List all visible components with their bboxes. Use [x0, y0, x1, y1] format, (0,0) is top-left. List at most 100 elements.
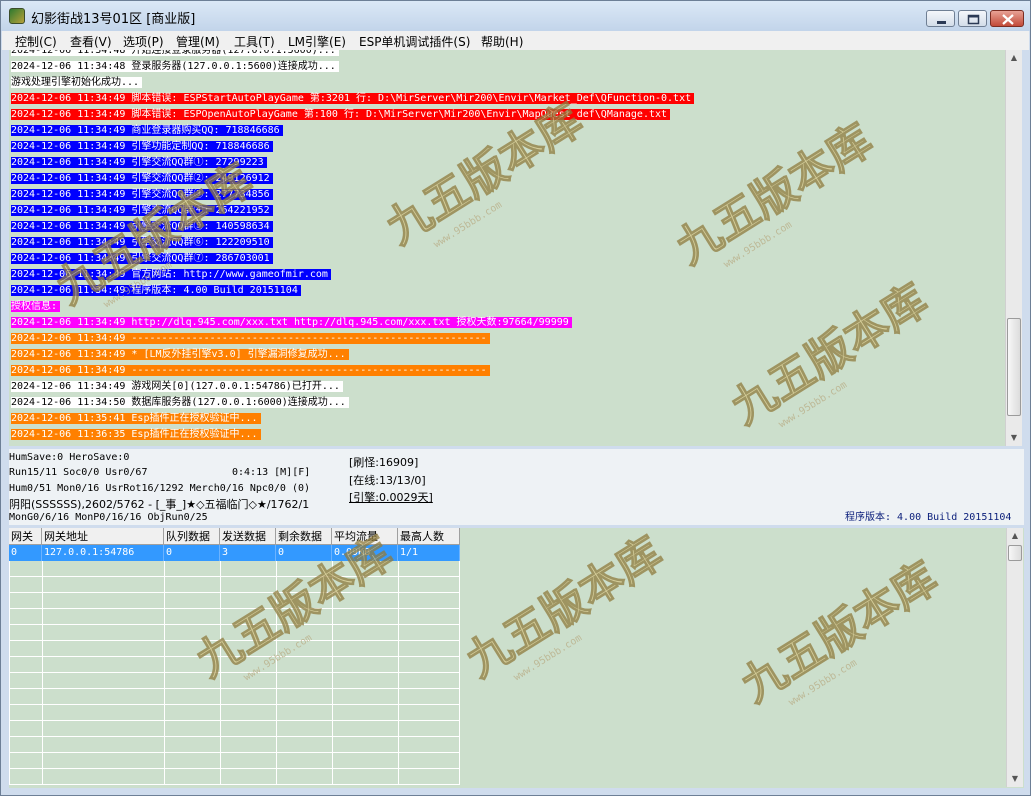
grid-scroll-thumb[interactable] [1008, 545, 1022, 561]
title-bar[interactable]: 幻影街战13号01区 [商业版] [1, 1, 1030, 31]
svg-text:九五版本库: 九五版本库 [723, 274, 937, 434]
close-icon [1002, 14, 1014, 25]
gateway-grid-panel: 网关 网关地址 队列数据 发送数据 剩余数据 平均流量 最高人数 0 127.0… [9, 528, 1024, 788]
log-line-text: 2024-12-06 11:34:49 --------------------… [11, 365, 490, 376]
svg-text:www.95bbb.com: www.95bbb.com [722, 219, 794, 270]
log-line: 2024-12-06 11:36:35 Esp插件正在授权验证中... [11, 427, 261, 443]
grid-col-divider [220, 528, 221, 785]
grid-col-divider [164, 528, 165, 785]
col-header-sent[interactable]: 发送数据 [220, 528, 276, 545]
menu-manage[interactable]: 管理(M) [176, 33, 220, 50]
log-line-text: 2024-12-06 11:34:49 引擎交流QQ群⑤: 140598634 [11, 221, 273, 232]
log-line-text: 2024-12-06 11:34:49 引擎交流QQ群②: 249126912 [11, 173, 273, 184]
svg-text:www.95bbb.com: www.95bbb.com [777, 379, 849, 430]
watermark: 九五版本库www.95bbb.com [667, 114, 882, 275]
log-line: 游戏处理引擎初始化成功... [11, 75, 143, 91]
log-line: 2024-12-06 11:34:49 --------------------… [11, 363, 490, 379]
log-line-text: 2024-12-06 11:34:49 引擎交流QQ群⑥: 122209510 [11, 237, 273, 248]
grid-col-divider [398, 528, 399, 785]
log-panel[interactable]: 2024-12-06 11:34:48 开始连接登录服务器(127.0.0.1:… [9, 50, 1012, 446]
castle-status: 阴阳(SSSSSS),2602/5762 - [_事_]★◇五福临门◇★/176… [9, 498, 310, 511]
log-line-text: 2024-12-06 11:34:49 引擎交流QQ群③: 277734856 [11, 189, 273, 200]
run-status: Run15/11 Soc0/0 Usr0/67 [9, 467, 148, 478]
log-line: 2024-12-06 11:34:49 --------------------… [11, 331, 490, 347]
menu-options[interactable]: 选项(P) [123, 33, 164, 50]
main-window: 幻影街战13号01区 [商业版] 控制(C) 查看(V) 选项(P) 管理(M)… [0, 0, 1031, 796]
log-scrollbar[interactable]: ▲ ▼ [1005, 50, 1022, 446]
table-cell[interactable]: 0 [9, 545, 42, 561]
log-line: 授权信息: [11, 299, 61, 315]
log-line: 2024-12-06 11:34:49 引擎交流QQ群①: 27299223 [11, 155, 267, 171]
window-title: 幻影街战13号01区 [商业版] [31, 12, 196, 27]
minimize-icon [937, 21, 946, 24]
grid-scrollbar[interactable]: ▲ ▼ [1006, 528, 1023, 787]
maximize-icon [967, 14, 980, 25]
log-scroll-thumb[interactable] [1007, 318, 1021, 416]
scroll-down-icon[interactable]: ▼ [1006, 430, 1022, 446]
online-status: [在线:13/13/0] [349, 474, 426, 487]
menu-esp-plugin[interactable]: ESP单机调试插件(S) [359, 33, 470, 50]
timer-status: 0:4:13 [M][F] [232, 467, 311, 478]
log-line-text: 2024-12-06 11:34:49 游戏网关[0](127.0.0.1:54… [11, 381, 343, 392]
col-header-max-users[interactable]: 最高人数 [398, 528, 460, 545]
status-panel: HumSave:0 HeroSave:0 Run15/11 Soc0/0 Usr… [9, 449, 1024, 525]
close-button[interactable] [990, 10, 1024, 27]
hum-save-status: HumSave:0 HeroSave:0 [9, 452, 130, 463]
col-header-address[interactable]: 网关地址 [42, 528, 164, 545]
watermark: 九五版本库www.95bbb.com [732, 552, 947, 713]
minimize-button[interactable] [926, 10, 955, 27]
scroll-down-icon[interactable]: ▼ [1007, 771, 1023, 787]
version-label: 程序版本: 4.00 Build 20151104 [845, 512, 1012, 523]
scroll-up-icon[interactable]: ▲ [1006, 50, 1022, 66]
log-line-text: 2024-12-06 11:34:49 脚本错误: ESPOpenAutoPla… [11, 109, 671, 120]
table-cell[interactable]: 127.0.0.1:54786 [42, 545, 164, 561]
scroll-up-icon[interactable]: ▲ [1007, 528, 1023, 544]
svg-text:九五版本库: 九五版本库 [458, 528, 672, 687]
log-line: 2024-12-06 11:34:49 官方网站: http://www.gam… [11, 267, 331, 283]
maximize-button[interactable] [958, 10, 987, 27]
log-line-text: 2024-12-06 11:34:48 登录服务器(127.0.0.1:5600… [11, 61, 339, 72]
menu-view[interactable]: 查看(V) [70, 33, 112, 50]
log-line: 2024-12-06 11:34:48 登录服务器(127.0.0.1:5600… [11, 59, 339, 75]
table-cell[interactable]: 1/1 [398, 545, 460, 561]
refresh-status: [刷怪:16909] [349, 456, 419, 469]
log-line-text: 2024-12-06 11:34:49 引擎交流QQ群①: 27299223 [11, 157, 267, 168]
log-line-text: 2024-12-06 11:34:49 程序版本: 4.00 Build 201… [11, 285, 301, 296]
table-cell[interactable]: 0 [276, 545, 332, 561]
log-line: 2024-12-06 11:35:41 Esp插件正在授权验证中... [11, 411, 261, 427]
svg-text:www.95bbb.com: www.95bbb.com [787, 657, 859, 708]
table-cell[interactable]: 3 [220, 545, 276, 561]
log-line-text: 2024-12-06 11:34:49 http://dlq.945.com/x… [11, 317, 572, 328]
col-header-remaining[interactable]: 剩余数据 [276, 528, 332, 545]
watermark: 九五版本库www.95bbb.com [457, 528, 672, 688]
log-line: 2024-12-06 11:34:49 引擎交流QQ群⑤: 140598634 [11, 219, 273, 235]
menu-lm-engine[interactable]: LM引擎(E) [288, 33, 346, 50]
col-header-queue[interactable]: 队列数据 [164, 528, 220, 545]
table-cell[interactable]: 0.09KB [332, 545, 398, 561]
svg-text:九五版本库: 九五版本库 [733, 552, 947, 712]
grid-col-divider [276, 528, 277, 785]
menu-help[interactable]: 帮助(H) [481, 33, 523, 50]
engine-status: [引擎:0.0029天] [349, 491, 433, 504]
mongen-status: MonG0/6/16 MonP0/16/16 ObjRun0/25 [9, 512, 208, 523]
gateway-grid: 网关 网关地址 队列数据 发送数据 剩余数据 平均流量 最高人数 0 127.0… [9, 528, 460, 785]
col-header-avg-flow[interactable]: 平均流量 [332, 528, 398, 545]
log-line-text: 2024-12-06 11:34:50 数据库服务器(127.0.0.1:600… [11, 397, 349, 408]
grid-col-divider [332, 528, 333, 785]
menu-tools[interactable]: 工具(T) [234, 33, 275, 50]
log-line-text: 2024-12-06 11:34:49 官方网站: http://www.gam… [11, 269, 331, 280]
log-line: 2024-12-06 11:34:49 商业登录器购买QQ: 718846686 [11, 123, 283, 139]
menu-bar: 控制(C) 查看(V) 选项(P) 管理(M) 工具(T) LM引擎(E) ES… [2, 31, 1029, 50]
log-line: 2024-12-06 11:34:49 引擎交流QQ群③: 277734856 [11, 187, 273, 203]
grid-col-divider [459, 528, 460, 785]
log-line: 2024-12-06 11:34:50 数据库服务器(127.0.0.1:600… [11, 395, 349, 411]
log-line-text: 2024-12-06 11:34:49 * [LM反外挂引擎v3.0] 引擎漏洞… [11, 349, 349, 360]
col-header-gateway[interactable]: 网关 [9, 528, 42, 545]
log-line-text: 2024-12-06 11:34:49 脚本错误: ESPStartAutoPl… [11, 93, 695, 104]
menu-control[interactable]: 控制(C) [15, 33, 57, 50]
log-line: 2024-12-06 11:34:48 开始连接登录服务器(127.0.0.1:… [11, 50, 339, 59]
grid-col-divider [42, 528, 43, 785]
log-line-text: 2024-12-06 11:34:49 引擎交流QQ群⑦: 286703001 [11, 253, 273, 264]
table-cell[interactable]: 0 [164, 545, 220, 561]
log-line-text: 授权信息: [11, 301, 61, 312]
